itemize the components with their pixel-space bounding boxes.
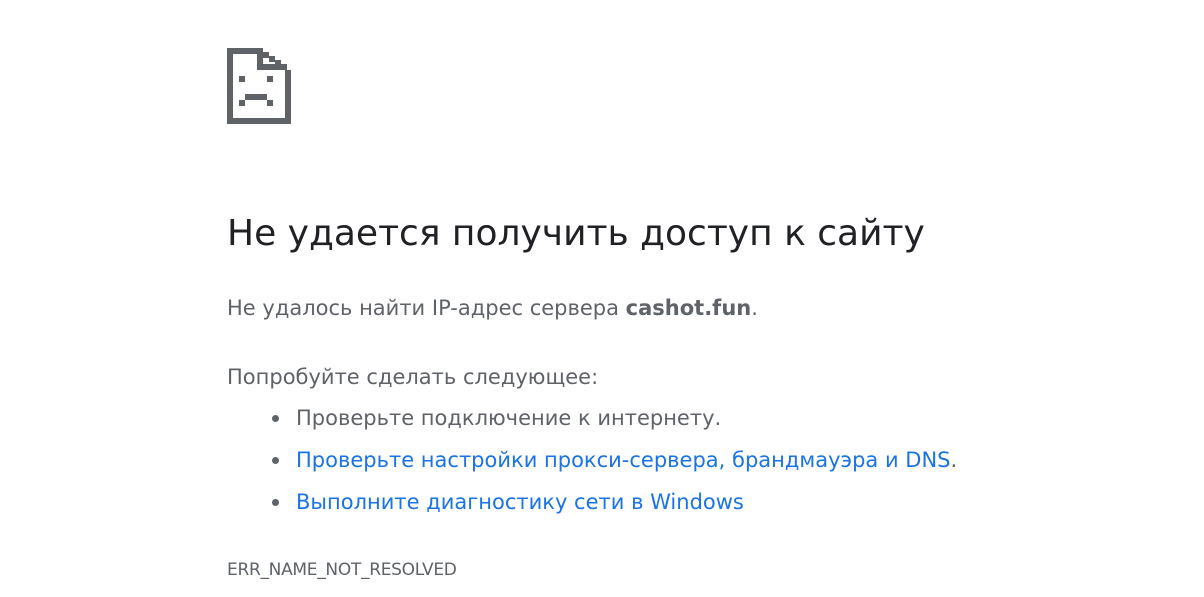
suggestion-suffix: .: [950, 448, 958, 472]
suggestions-title: Попробуйте сделать следующее:: [227, 365, 599, 389]
bullet-icon: [272, 499, 279, 506]
error-code: ERR_NAME_NOT_RESOLVED: [227, 560, 457, 580]
bullet-icon: [272, 415, 279, 422]
bullet-icon: [272, 457, 279, 464]
host-name: cashot.fun: [625, 296, 752, 320]
error-summary: Не удалось найти IP-адрес сервера cashot…: [227, 292, 758, 324]
sad-page-icon: [227, 48, 291, 124]
suggestion-item: Проверьте настройки прокси-сервера, бран…: [227, 444, 957, 486]
check-proxy-firewall-dns-link[interactable]: Проверьте настройки прокси-сервера, бран…: [296, 448, 951, 472]
suggestion-check-connection: Проверьте подключение к интернету.: [296, 406, 722, 430]
suggestion-item: Выполните диагностику сети в Windows: [227, 486, 957, 528]
run-network-diagnostics-link[interactable]: Выполните диагностику сети в Windows: [296, 490, 744, 514]
summary-suffix: .: [751, 296, 758, 320]
suggestion-item: Проверьте подключение к интернету.: [227, 402, 957, 444]
page-title: Не удается получить доступ к сайту: [227, 213, 925, 254]
suggestions-list: Проверьте подключение к интернету. Прове…: [227, 402, 957, 528]
summary-prefix: Не удалось найти IP-адрес сервера: [227, 296, 626, 320]
